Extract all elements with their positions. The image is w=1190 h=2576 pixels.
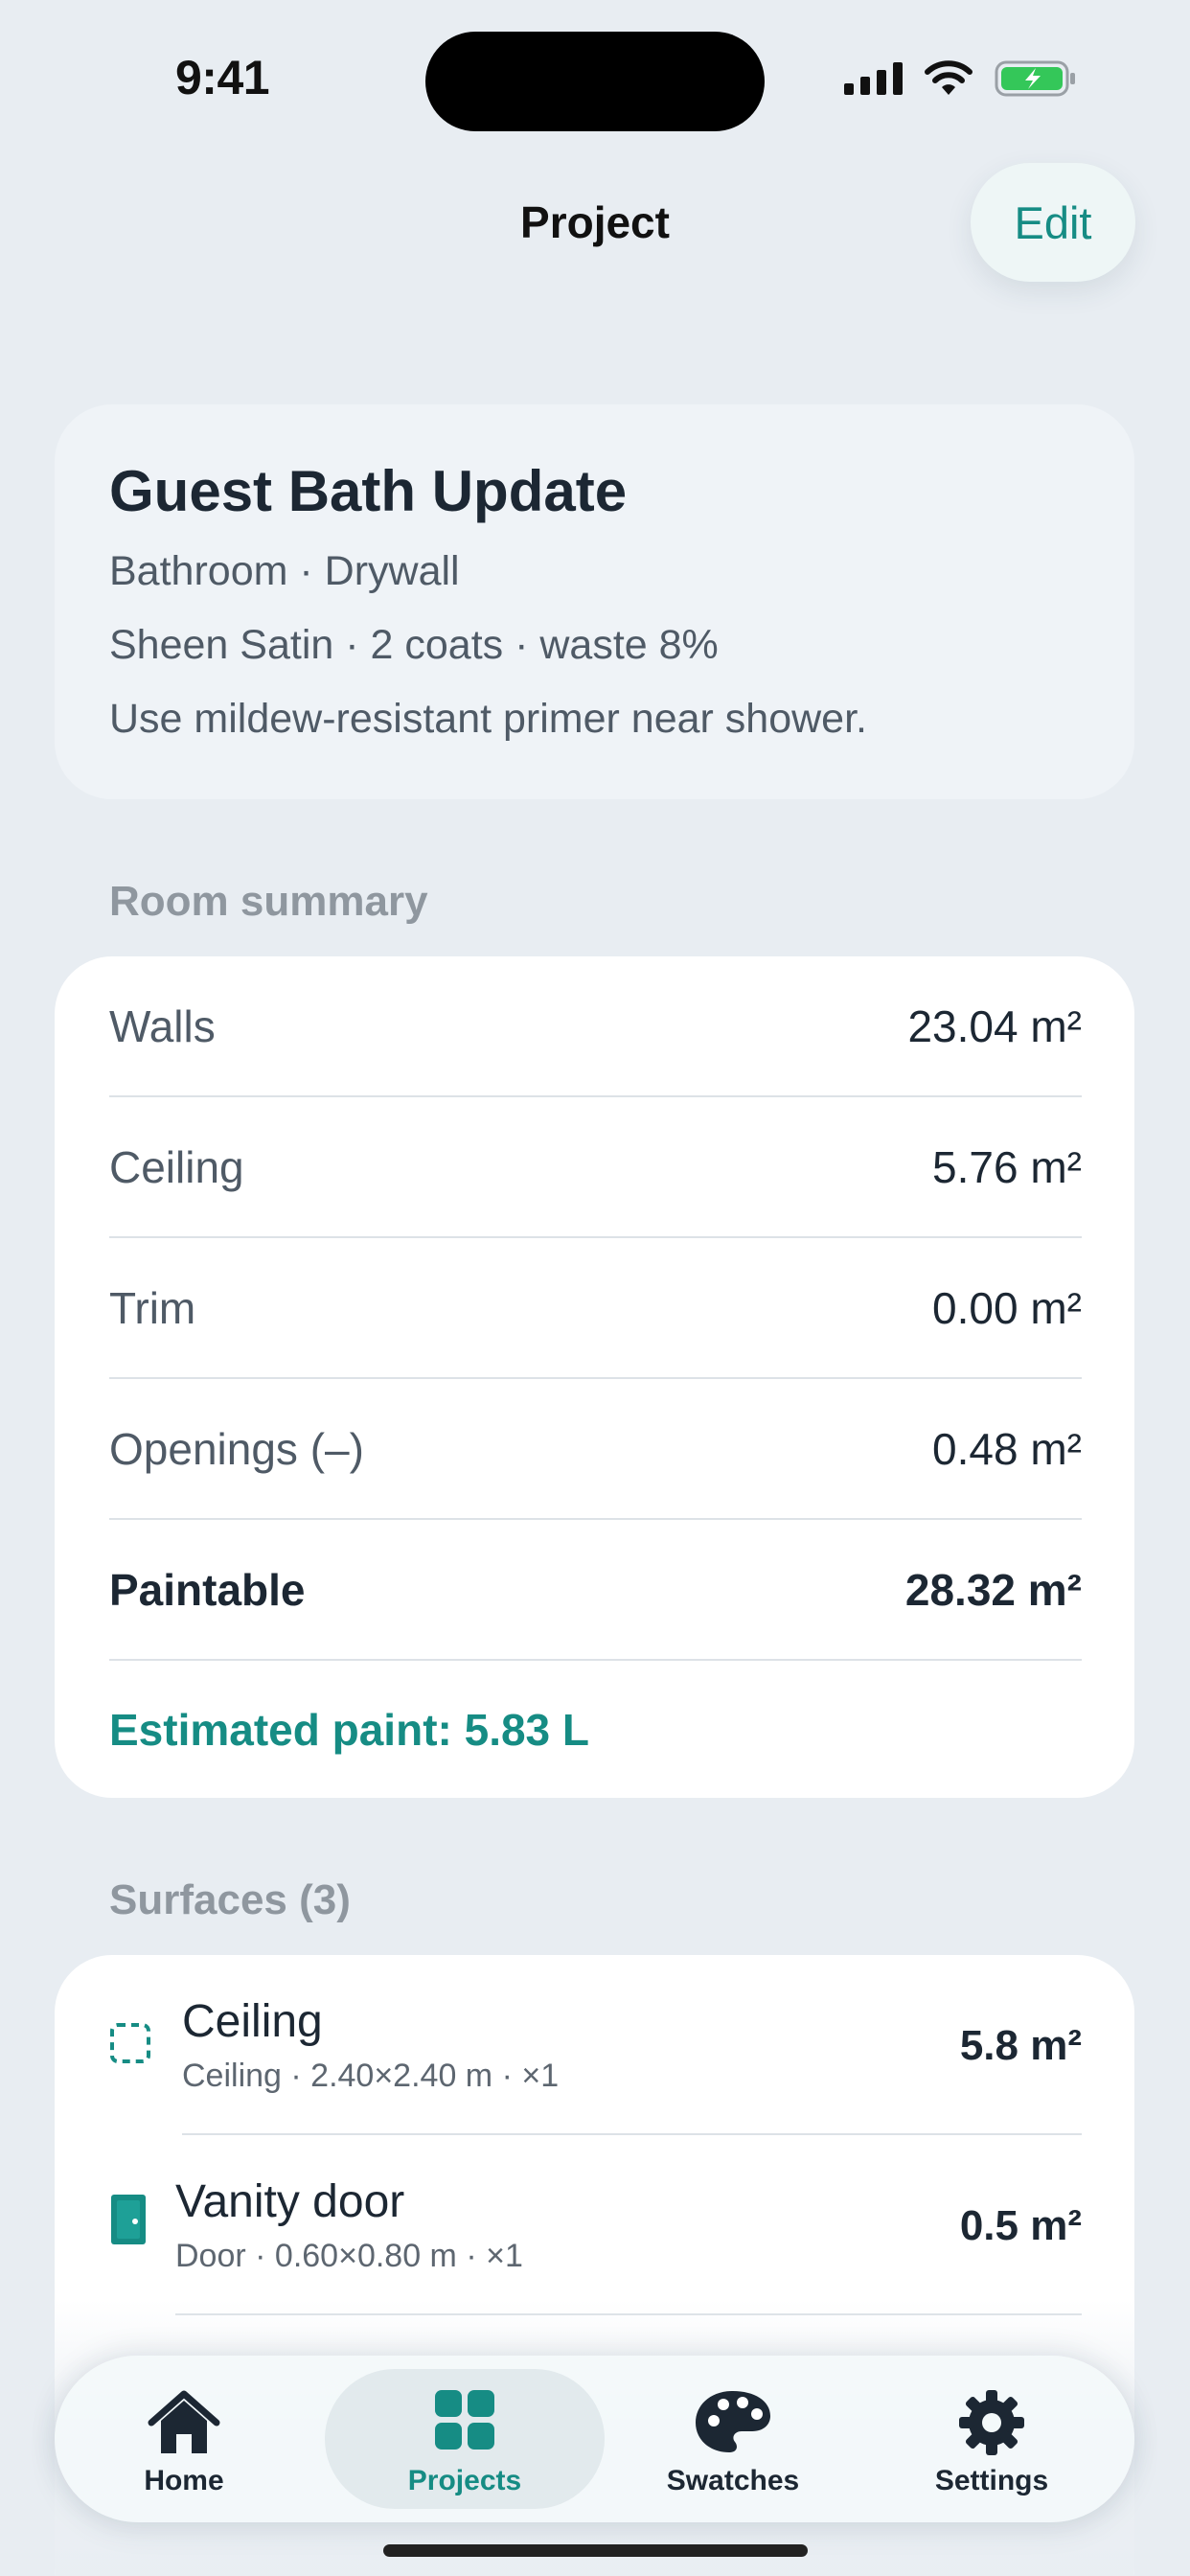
room-summary-heading: Room summary	[109, 878, 428, 925]
surface-name: Ceiling	[182, 1996, 323, 2047]
surface-area: 0.5 m²	[959, 2202, 1082, 2249]
tab-bar: Home Projects Swatches Settings	[55, 2356, 1134, 2522]
surface-area: 5.8 m²	[959, 2022, 1082, 2069]
project-note: Use mildew-resistant primer near shower.	[109, 696, 867, 742]
surface-row-ceiling[interactable]: Ceiling Ceiling · 2.40×2.40 m · ×1 5.8 m…	[55, 1955, 1134, 2135]
summary-label: Ceiling	[109, 1141, 244, 1192]
summary-row-trim: Trim 0.00 m²	[109, 1238, 1082, 1379]
wifi-icon	[925, 60, 973, 95]
summary-row-ceiling: Ceiling 5.76 m²	[109, 1097, 1082, 1238]
cellular-signal-icon	[844, 62, 903, 95]
grid-icon	[435, 2390, 494, 2450]
summary-value: 23.04 m²	[907, 1000, 1082, 1051]
edit-button[interactable]: Edit	[971, 163, 1135, 282]
summary-row-paintable: Paintable 28.32 m²	[109, 1520, 1082, 1661]
surface-row-vanity-door[interactable]: Vanity door Door · 0.60×0.80 m · ×1 0.5 …	[55, 2135, 1134, 2315]
summary-label: Walls	[109, 1000, 216, 1051]
summary-value: 5.76 m²	[932, 1141, 1082, 1192]
surface-name: Vanity door	[175, 2176, 405, 2227]
surface-detail: Ceiling · 2.40×2.40 m · ×1	[182, 2058, 560, 2094]
ceiling-outline-icon	[110, 2023, 150, 2063]
tab-swatches[interactable]: Swatches	[604, 2369, 862, 2509]
tab-label: Home	[144, 2465, 224, 2496]
battery-charging-icon	[995, 60, 1075, 97]
gear-icon	[959, 2390, 1024, 2455]
summary-value: 28.32 m²	[904, 1564, 1082, 1615]
tab-label: Swatches	[666, 2465, 800, 2496]
project-name: Guest Bath Update	[109, 459, 628, 523]
summary-label: Openings (–)	[109, 1423, 364, 1474]
house-icon	[148, 2390, 220, 2453]
project-header-card: Guest Bath Update Bathroom · Drywall She…	[55, 404, 1134, 799]
tab-label: Projects	[407, 2465, 522, 2496]
home-indicator	[383, 2544, 808, 2557]
project-room-type: Bathroom · Drywall	[109, 548, 460, 594]
tab-projects[interactable]: Projects	[325, 2369, 605, 2509]
tab-label: Settings	[934, 2465, 1049, 2496]
summary-label: Trim	[109, 1282, 196, 1333]
status-icons	[844, 59, 1077, 98]
tab-settings[interactable]: Settings	[862, 2369, 1121, 2509]
project-finish: Sheen Satin · 2 coats · waste 8%	[109, 622, 719, 668]
summary-row-walls: Walls 23.04 m²	[109, 956, 1082, 1097]
dynamic-island	[425, 32, 765, 131]
status-time: 9:41	[175, 51, 270, 104]
estimated-paint: Estimated paint: 5.83 L	[109, 1705, 590, 1755]
tab-home[interactable]: Home	[55, 2369, 313, 2509]
summary-value: 0.00 m²	[932, 1282, 1082, 1333]
summary-value: 0.48 m²	[932, 1423, 1082, 1474]
door-icon	[111, 2195, 146, 2244]
surfaces-heading: Surfaces (3)	[109, 1876, 351, 1923]
surface-detail: Door · 0.60×0.80 m · ×1	[175, 2238, 523, 2274]
palette-icon	[696, 2391, 770, 2452]
room-summary-card: Walls 23.04 m² Ceiling 5.76 m² Trim 0.00…	[55, 956, 1134, 1798]
summary-label: Paintable	[109, 1564, 306, 1615]
summary-row-openings: Openings (–) 0.48 m²	[109, 1379, 1082, 1520]
screen: 9:41 Project Edit Guest Bath Update Bath…	[0, 0, 1190, 2576]
